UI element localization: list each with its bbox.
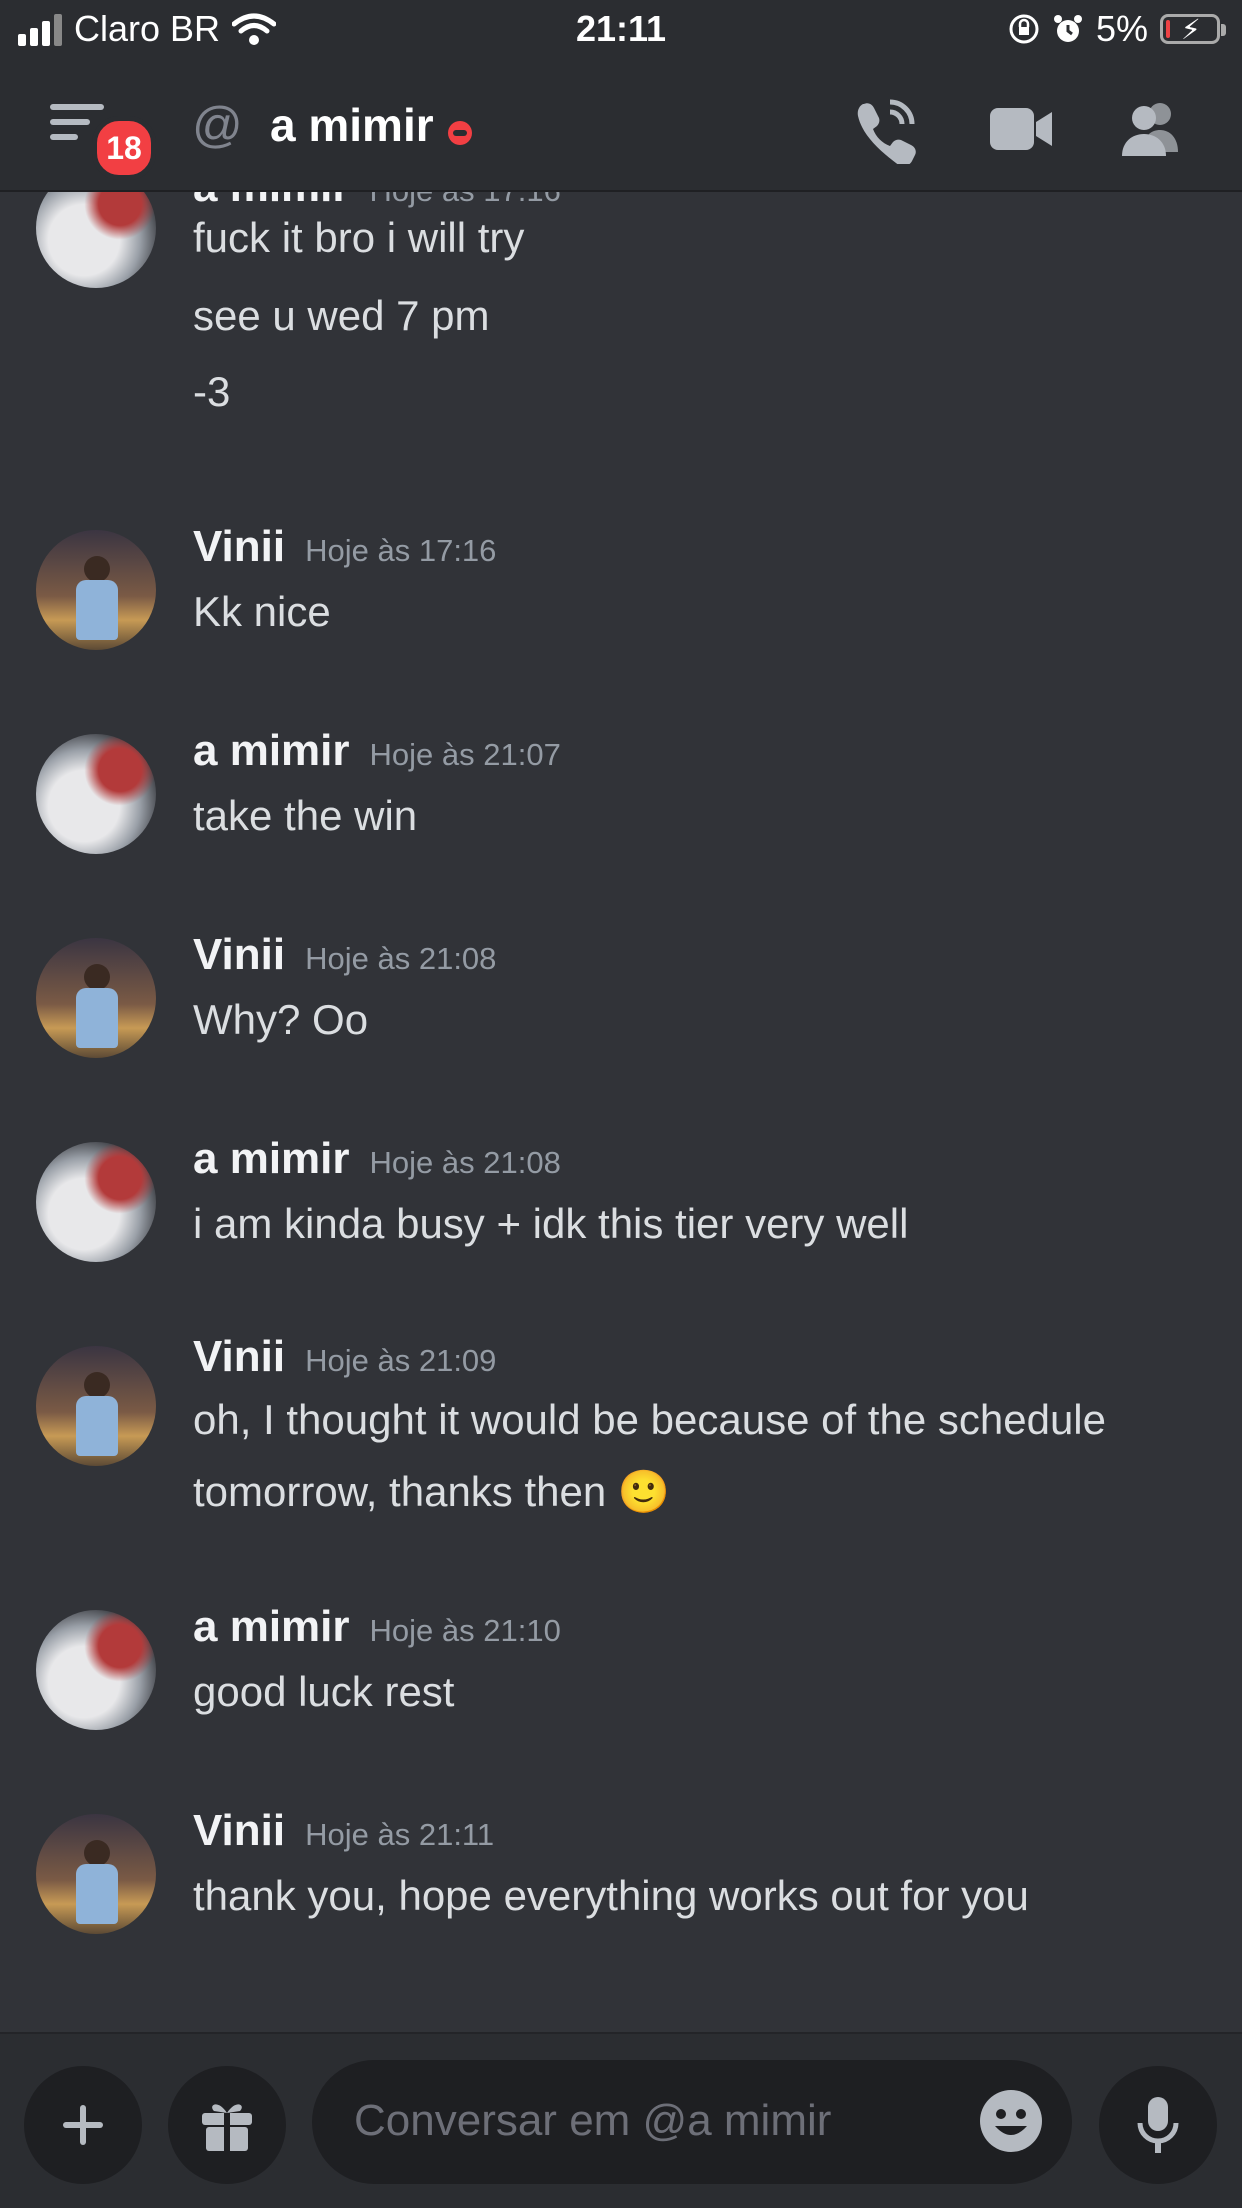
timestamp: Hoje às 21:09 <box>305 1343 497 1378</box>
menu-icon <box>50 104 104 110</box>
message-input[interactable]: Conversar em @a mimir <box>312 2060 1072 2184</box>
timestamp: Hoje às 17:16 <box>370 192 561 208</box>
message-input-placeholder: Conversar em @a mimir <box>354 2096 832 2145</box>
avatar[interactable] <box>36 938 156 1058</box>
avatar[interactable] <box>36 530 156 650</box>
emoji-icon[interactable] <box>978 2088 1044 2154</box>
members-icon[interactable] <box>1118 94 1188 164</box>
rotation-lock-icon <box>1009 14 1039 44</box>
voice-call-icon[interactable] <box>850 94 920 164</box>
battery-percent: 5% <box>1095 8 1148 49</box>
avatar[interactable] <box>36 1346 156 1466</box>
timestamp: Hoje às 17:16 <box>305 533 497 568</box>
author-name[interactable]: Vinii <box>193 522 285 571</box>
timestamp: Hoje às 21:11 <box>305 1817 495 1852</box>
message-text: tomorrow, thanks then 🙂 <box>193 1468 671 1515</box>
battery-icon: ⚡ <box>1160 14 1226 45</box>
gift-icon <box>202 2104 252 2151</box>
avatar[interactable] <box>36 1142 156 1262</box>
avatar[interactable] <box>36 734 156 854</box>
message-text: thank you, hope everything works out for… <box>193 1872 1029 1919</box>
author-name[interactable]: Vinii <box>193 1806 285 1855</box>
video-call-icon[interactable] <box>986 94 1056 164</box>
message-list[interactable]: a mimir Hoje às 17:16 fuck it bro i will … <box>0 192 1242 2032</box>
avatar[interactable] <box>36 192 156 288</box>
author-name[interactable]: a mimir <box>193 192 350 211</box>
message-text: Kk nice <box>193 588 331 635</box>
timestamp: Hoje às 21:07 <box>369 737 561 772</box>
avatar[interactable] <box>36 1610 156 1730</box>
author-name[interactable]: a mimir <box>193 1602 350 1651</box>
author-name[interactable]: a mimir <box>193 1134 350 1183</box>
status-bar: Claro BR 21:11 5% ⚡ <box>0 0 1242 62</box>
message-text: oh, I thought it would be because of the… <box>193 1396 1106 1443</box>
avatar[interactable] <box>36 1814 156 1934</box>
channel-title[interactable]: a mimir <box>270 98 434 152</box>
author-name[interactable]: Vinii <box>193 930 285 979</box>
status-right: 5% ⚡ <box>1008 8 1226 50</box>
dnd-status-icon <box>448 121 472 145</box>
message-text: fuck it bro i will try <box>193 214 525 261</box>
gift-button[interactable] <box>168 2066 286 2184</box>
timestamp: Hoje às 21:10 <box>369 1613 561 1648</box>
message-text: see u wed 7 pm <box>193 292 490 339</box>
message-text: i am kinda busy + idk this tier very wel… <box>193 1200 909 1247</box>
channel-header: 18 @ a mimir <box>0 62 1242 192</box>
unread-badge: 18 <box>92 116 156 180</box>
timestamp: Hoje às 21:08 <box>369 1145 561 1180</box>
at-icon: @ <box>192 97 243 153</box>
message-text: good luck rest <box>193 1668 455 1715</box>
timestamp: Hoje às 21:08 <box>305 941 497 976</box>
author-name[interactable]: a mimir <box>193 726 350 775</box>
microphone-icon <box>1137 2097 1179 2153</box>
message-composer: Conversar em @a mimir <box>0 2032 1242 2208</box>
add-attachment-button[interactable] <box>24 2066 142 2184</box>
plus-icon <box>63 2105 103 2145</box>
message-text: take the win <box>193 792 418 839</box>
alarm-icon <box>1053 15 1082 42</box>
message-text: -3 <box>193 368 231 415</box>
voice-message-button[interactable] <box>1099 2066 1217 2184</box>
author-name[interactable]: Vinii <box>193 1332 285 1381</box>
message-text: Why? Oo <box>193 996 369 1043</box>
